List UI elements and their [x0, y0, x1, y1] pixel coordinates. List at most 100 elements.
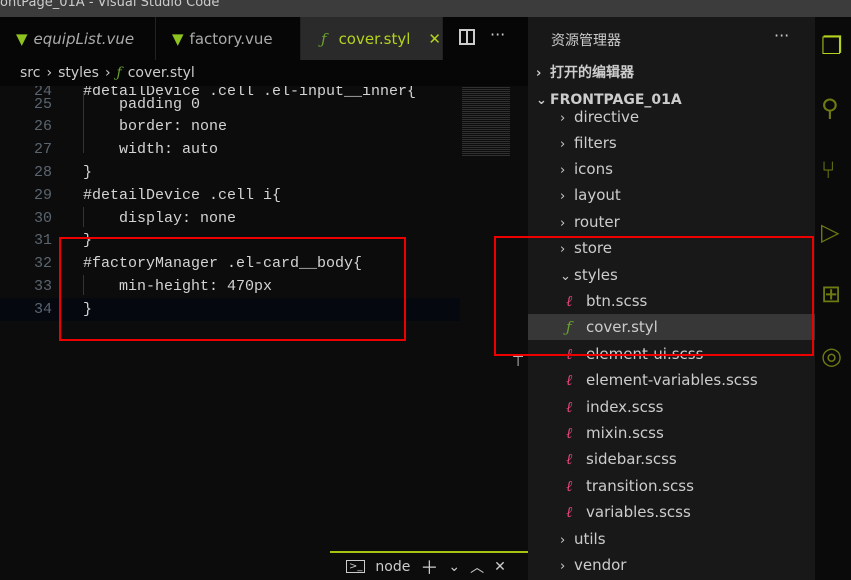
tree-item-sidebar-scss[interactable]: ℓ sidebar.scss [528, 446, 815, 472]
breadcrumb: src › styles › ƒ cover.styl [0, 60, 528, 86]
sass-icon: ℓ [566, 424, 573, 442]
chevron-right-icon: › [46, 65, 53, 81]
tree-item-layout[interactable]: › layout [528, 182, 815, 208]
chevron-right-icon: › [560, 137, 566, 152]
open-editors-section[interactable]: › 打开的编辑器 [528, 60, 815, 86]
code-line: 29 #detailDevice .cell i{ [33, 187, 282, 204]
breadcrumb-styles[interactable]: styles [58, 65, 99, 81]
source-control-icon[interactable]: ⑂ [821, 155, 851, 185]
sass-icon: ℓ [566, 503, 573, 521]
stylus-icon: ƒ [566, 318, 572, 336]
tab-cover[interactable]: ƒ cover.styl ✕ [301, 17, 443, 60]
close-icon[interactable]: ✕ [428, 30, 441, 48]
maximize-panel-icon[interactable]: ︿ [470, 557, 484, 577]
code-line: 32 #factoryManager .el-card__body{ [33, 255, 363, 272]
tree-item-label: styles [574, 266, 618, 284]
vue-icon: ▼ [172, 29, 184, 48]
tree-item-element-ui-scss[interactable]: ℓ element-ui.scss [528, 341, 815, 367]
breadcrumb-src[interactable]: src [20, 65, 40, 81]
code-line: 28} [33, 164, 93, 181]
tree-item-store[interactable]: › store [528, 235, 815, 261]
tree-item-router[interactable]: › router [528, 209, 815, 235]
vue-icon: ▼ [16, 29, 28, 48]
tab-equiplist[interactable]: ▼ equipList.vue [0, 17, 156, 60]
tree-item-vendor[interactable]: › vendor [528, 552, 815, 578]
chevron-right-icon: › [560, 216, 566, 231]
chevron-down-icon: ⌄ [560, 269, 571, 284]
chevron-right-icon: › [560, 189, 566, 204]
code-line: 31} [33, 232, 93, 249]
tree-item-directive[interactable]: › directive [528, 104, 815, 130]
tree-item-index-scss[interactable]: ℓ index.scss [528, 394, 815, 420]
tab-factory[interactable]: ▼ factory.vue [156, 17, 301, 60]
more-actions-icon[interactable]: ··· [490, 25, 505, 44]
resize-handle-icon[interactable]: ⊤ [512, 354, 524, 370]
tree-item-label: utils [574, 530, 606, 548]
code-line: 26 border: none [33, 118, 228, 135]
tree-item-label: filters [574, 134, 617, 152]
tree-item-label: vendor [574, 556, 627, 574]
more-actions-icon[interactable]: ··· [774, 26, 789, 45]
breadcrumb-file[interactable]: cover.styl [128, 65, 195, 81]
code-editor[interactable]: 24 #detailDevice .cell .el-input__inner{ … [0, 86, 528, 551]
tree-item-element-variables-scss[interactable]: ℓ element-variables.scss [528, 367, 815, 393]
remote-icon[interactable]: ◎ [821, 341, 851, 371]
chevron-down-icon[interactable]: ⌄ [448, 559, 460, 575]
tree-item-label: btn.scss [586, 292, 648, 310]
tree-item-label: cover.styl [586, 318, 658, 336]
terminal-selector[interactable]: node [375, 559, 410, 575]
tree-item-cover-styl[interactable]: ƒ cover.styl [528, 314, 815, 340]
stylus-icon: ƒ [116, 65, 122, 81]
tree-item-transition-scss[interactable]: ℓ transition.scss [528, 473, 815, 499]
sass-icon: ℓ [566, 450, 573, 468]
explorer-title: 资源管理器 [551, 33, 621, 49]
chevron-right-icon: › [560, 533, 566, 548]
split-editor-icon[interactable] [459, 29, 475, 45]
code-line: 27 width: auto [33, 141, 219, 158]
debug-icon[interactable]: ▷ [821, 217, 851, 247]
extensions-icon[interactable]: ⊞ [821, 279, 851, 309]
tree-item-utils[interactable]: › utils [528, 526, 815, 552]
tree-item-variables-scss[interactable]: ℓ variables.scss [528, 499, 815, 525]
stylus-icon: ƒ [321, 29, 327, 48]
chevron-right-icon: › [560, 242, 566, 257]
tree-item-label: layout [574, 186, 621, 204]
code-line: 30 display: none [33, 210, 237, 227]
code-line-current: 34} [0, 298, 460, 321]
chevron-right-icon: › [560, 559, 566, 574]
add-terminal-icon[interactable]: ＋ [420, 554, 438, 580]
tree-item-label: mixin.scss [586, 424, 664, 442]
activity-bar: ❐ ⚲ ⑂ ▷ ⊞ ◎ [815, 17, 851, 580]
minimap[interactable] [462, 86, 510, 156]
sass-icon: ℓ [566, 371, 573, 389]
explorer-icon[interactable]: ❐ [821, 31, 851, 61]
explorer-sidebar: 资源管理器 ··· › 打开的编辑器 ⌄ FRONTPAGE_01A › direct… [528, 17, 815, 580]
tree-item-label: sidebar.scss [586, 450, 677, 468]
tree-item-label: directive [574, 108, 640, 126]
close-panel-icon[interactable]: ✕ [494, 559, 506, 575]
tree-item-label: transition.scss [586, 477, 694, 495]
tree-item-label: element-ui.scss [586, 345, 704, 363]
chevron-right-icon: › [560, 111, 566, 126]
tree-item-filters[interactable]: › filters [528, 130, 815, 156]
chevron-right-icon: › [536, 66, 542, 81]
tab-label: equipList.vue [33, 29, 135, 48]
search-icon[interactable]: ⚲ [821, 93, 851, 123]
tab-label: factory.vue [189, 29, 273, 48]
tree-item-styles[interactable]: ⌄ styles [528, 262, 815, 288]
tree-item-label: index.scss [586, 398, 664, 416]
tree-item-icons[interactable]: › icons [528, 156, 815, 182]
tree-item-label: element-variables.scss [586, 371, 758, 389]
sass-icon: ℓ [566, 345, 573, 363]
tree-item-label: icons [574, 160, 613, 178]
tree-item-label: store [574, 239, 612, 257]
sass-icon: ℓ [566, 477, 573, 495]
tree-item-mixin-scss[interactable]: ℓ mixin.scss [528, 420, 815, 446]
tab-label: cover.styl [338, 29, 411, 48]
sass-icon: ℓ [566, 292, 573, 310]
tree-item-btn-scss[interactable]: ℓ btn.scss [528, 288, 815, 314]
sass-icon: ℓ [566, 398, 573, 416]
chevron-right-icon: › [560, 163, 566, 178]
tree-item-label: variables.scss [586, 503, 691, 521]
chevron-right-icon: › [104, 65, 111, 81]
